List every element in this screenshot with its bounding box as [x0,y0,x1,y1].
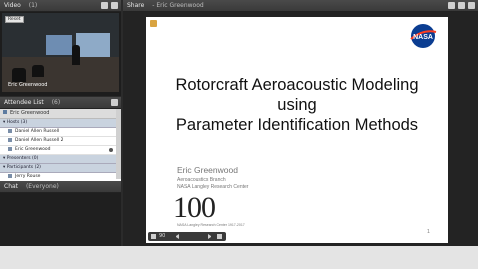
chat-title: Chat [4,183,19,190]
share-presenter: - Eric Greenwood [152,2,204,9]
presenter-silhouette [72,45,80,65]
group-hosts[interactable]: ▾ Hosts (3) [0,119,121,128]
current-user-name: Eric Greenwood [10,110,50,116]
nasa-logo: NASA [408,23,438,49]
attendee-header-icons [111,99,118,106]
attendee-name: Jerry Rouse [15,174,41,179]
slide-page: NASA Rotorcraft Aeroacoustic Modeling us… [146,17,448,243]
attendee-name: Eric Greenwood [15,147,51,152]
page-number: 1 [426,229,430,235]
group-label: Presenters (0) [6,156,39,161]
chat-pod-header: Chat (Everyone) [0,181,121,193]
fullscreen-icon[interactable] [111,2,118,9]
reset-button[interactable]: Reset [5,16,24,23]
slide-title-line: Rotorcraft Aeroacoustic Modeling [175,76,419,94]
list-item[interactable]: Eric Greenwood [0,146,121,155]
nasa-logo-graphic: NASA [410,24,437,48]
list-item[interactable]: Daniel Allen Russell 2 [0,137,121,146]
attendee-name: Daniel Allen Russell [15,129,60,134]
group-label: Participants (2) [6,165,41,170]
user-icon [3,110,7,114]
share-header-icons [448,2,475,9]
list-item[interactable]: Daniel Allen Russell [0,128,121,137]
attendee-pod-header: Attendee List (6) [0,97,121,109]
share-title: Share [127,2,145,9]
attendee-count: (6) [51,99,61,106]
user-icon [8,146,12,151]
group-participants[interactable]: ▾ Participants (2) [0,164,121,173]
presenter-affiliation: NASA Langley Research Center [177,184,249,190]
video-pod: Video (1) Reset Eric Greenwood [0,0,121,96]
presenter-affiliation: Aeroacoustics Branch [177,177,226,183]
next-page-icon[interactable] [208,234,214,239]
bottom-bar [0,246,478,269]
pod-menu-icon[interactable] [468,2,475,9]
fullscreen-icon[interactable] [217,234,222,239]
video-pod-header: Video (1) [0,0,121,12]
sync-icon[interactable] [448,2,455,9]
slide-title-line: using [277,96,317,114]
audience-person [12,68,26,82]
pointer-icon [150,20,157,27]
fullscreen-icon[interactable] [458,2,465,9]
video-title: Video [4,2,21,9]
presenter-name: Eric Greenwood [177,165,238,175]
group-presenters[interactable]: ▾ Presenters (0) [0,155,121,164]
audience-person [32,65,44,77]
room-screen-right [76,33,110,57]
user-icon [8,128,12,133]
attendee-name: Daniel Allen Russell 2 [15,138,64,143]
pod-menu-icon[interactable] [101,2,108,9]
attendee-title: Attendee List [4,99,44,106]
video-count: (1) [28,2,38,9]
pod-menu-icon[interactable] [111,99,118,106]
user-icon [8,173,12,178]
group-label: Hosts (3) [6,120,28,125]
user-icon [8,137,12,142]
room-screen-left [46,35,72,55]
video-participant-name: Eric Greenwood [8,82,48,88]
video-feed: Reset Eric Greenwood [2,13,119,92]
current-user-row[interactable]: Eric Greenwood [0,109,121,119]
zoom-level[interactable]: 90 [159,233,165,239]
slide-title-line: Parameter Identification Methods [175,116,419,134]
video-header-icons [101,2,118,9]
centennial-logo: 100 [173,191,216,224]
nasa-logo-text: NASA [413,34,433,41]
slide-title: Rotorcraft Aeroacoustic Modeling using P… [146,75,448,135]
slide-controls: 90 [148,232,226,241]
microphone-icon [109,148,113,152]
centennial-caption: NASA Langley Research Center 1917-2017 [177,223,245,227]
prev-page-icon[interactable] [173,234,179,239]
attendee-pod: Attendee List (6) Eric Greenwood ▾ Hosts… [0,97,121,191]
fit-icon[interactable] [151,234,156,239]
chat-scope: (Everyone) [25,183,59,190]
share-pod-header: Share - Eric Greenwood [123,0,478,12]
attendee-scrollbar[interactable] [116,109,121,179]
